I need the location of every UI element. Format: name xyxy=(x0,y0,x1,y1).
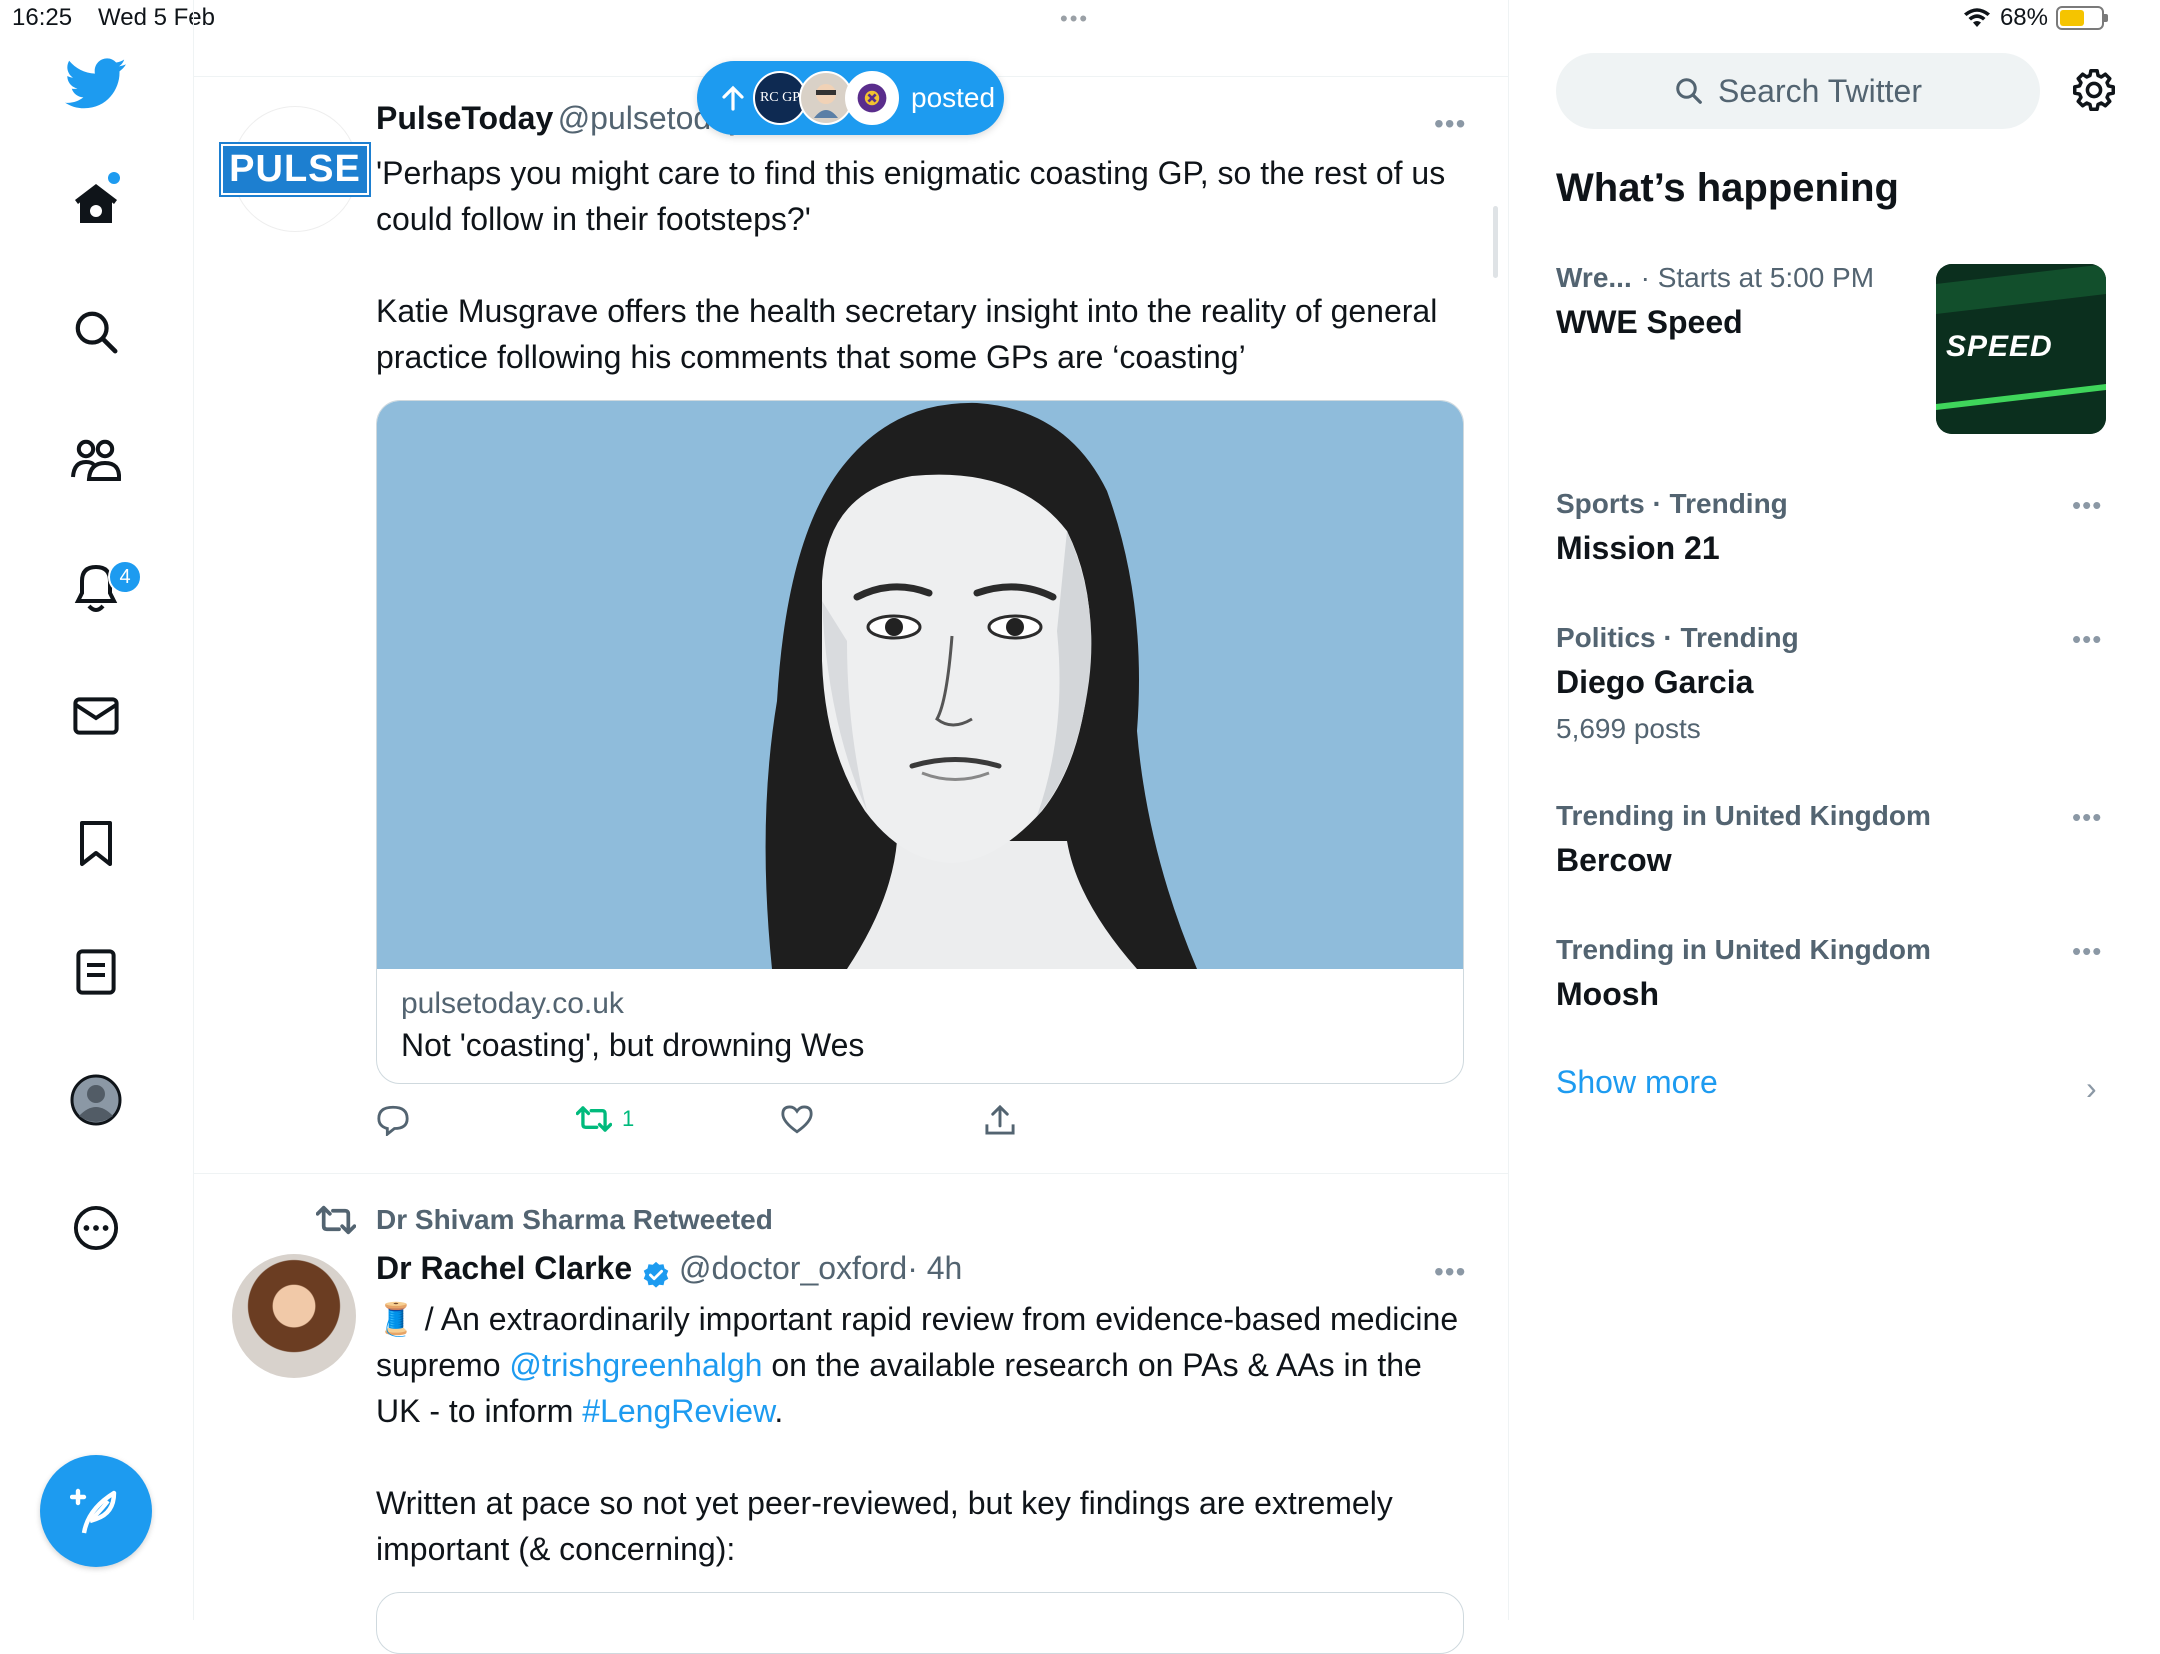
messages-icon[interactable] xyxy=(64,684,128,748)
card-domain: pulsetoday.co.uk xyxy=(401,987,624,1020)
trend-item-wwe-speed[interactable]: Wre... · Starts at 5:00 PM WWE Speed xyxy=(1556,262,1874,341)
show-more-link[interactable]: Show more xyxy=(1556,1064,1718,1101)
trend-category: Trending in United Kingdom xyxy=(1556,800,1931,831)
share-icon xyxy=(985,1104,1015,1135)
more-icon[interactable] xyxy=(64,1196,128,1260)
trend-meta: · Starts at 5:00 PM xyxy=(1640,262,1875,293)
tweet-text: 'Perhaps you might care to find this eni… xyxy=(376,155,1446,237)
search-icon xyxy=(1676,78,1702,104)
trend-item-mission-21[interactable]: Sports · Trending Mission 21 xyxy=(1556,488,1788,567)
trend-more-icon[interactable]: ••• xyxy=(2072,936,2102,967)
search-placeholder: Search Twitter xyxy=(1718,72,1922,109)
timeline-border-left xyxy=(193,0,194,1620)
trend-post-count: 5,699 posts xyxy=(1556,713,1701,744)
tweet-card-partial[interactable] xyxy=(376,1592,1464,1654)
mention-link[interactable]: @trishgreenhalgh xyxy=(509,1347,762,1383)
tweet-more-icon[interactable]: ••• xyxy=(1434,108,1466,140)
pulse-logo: PULSE xyxy=(219,141,371,197)
home-icon[interactable] xyxy=(64,172,128,236)
tweet-text: Katie Musgrave offers the health secreta… xyxy=(376,293,1438,375)
tweet-header: PulseToday @pulsetoday xyxy=(376,100,745,137)
reply-button[interactable] xyxy=(376,1104,410,1136)
retweeted-icon xyxy=(316,1204,356,1236)
verified-badge-icon xyxy=(643,1261,668,1288)
trend-name: Moosh xyxy=(1556,976,1660,1012)
trend-item-diego-garcia[interactable]: Politics · Trending Diego Garcia 5,699 p… xyxy=(1556,622,1799,745)
profile-icon[interactable] xyxy=(64,1068,128,1132)
divider xyxy=(193,1173,1508,1174)
status-right: 68% xyxy=(1962,4,2108,32)
trend-name: Diego Garcia xyxy=(1556,664,1754,700)
lists-icon[interactable] xyxy=(64,940,128,1004)
trend-category: Wre... xyxy=(1556,262,1632,293)
tweet-text-part: . xyxy=(774,1393,784,1429)
trend-name: Bercow xyxy=(1556,842,1672,878)
timeline-border-right xyxy=(1508,0,1509,1620)
tweet-header: Dr Rachel Clarke @doctor_oxford· 4h xyxy=(376,1250,962,1290)
communities-icon[interactable] xyxy=(64,428,128,492)
retweet-icon xyxy=(576,1106,612,1132)
pill-avatar xyxy=(845,71,899,125)
like-button[interactable] xyxy=(780,1104,814,1134)
retweeted-by[interactable]: Dr Shivam Sharma Retweeted xyxy=(376,1204,773,1236)
trend-more-icon[interactable]: ••• xyxy=(2072,802,2102,833)
trend-more-icon[interactable]: ••• xyxy=(2072,624,2102,655)
tweet-actions: 1 xyxy=(376,1104,1076,1144)
share-button[interactable] xyxy=(984,1104,1016,1136)
battery-icon xyxy=(2056,6,2108,30)
trend-category: Trending in United Kingdom xyxy=(1556,934,1931,965)
status-time: 16:25 xyxy=(12,4,73,31)
battery-percent: 68% xyxy=(1999,4,2048,31)
whats-happening-title: What’s happening xyxy=(1556,166,1899,210)
status-date: Wed 5 Feb xyxy=(98,4,215,31)
wifi-icon xyxy=(1963,8,1990,27)
link-card[interactable]: pulsetoday.co.uk Not 'coasting', but dro… xyxy=(376,400,1464,1084)
reply-icon xyxy=(377,1105,409,1136)
trend-item-bercow[interactable]: Trending in United Kingdom Bercow xyxy=(1556,800,1931,879)
chevron-right-icon[interactable]: › xyxy=(2086,1070,2097,1107)
trend-thumb-text: SPEED xyxy=(1946,330,2053,363)
multitask-dots[interactable]: ••• xyxy=(1060,6,1089,32)
twitter-logo-icon[interactable] xyxy=(65,58,127,110)
new-posts-pill[interactable]: RC GP posted xyxy=(697,61,1004,135)
tweet-text: 🧵 / An extraordinarily important rapid r… xyxy=(376,1296,1466,1434)
tweet-author-name[interactable]: PulseToday xyxy=(376,100,553,136)
trend-more-icon[interactable]: ••• xyxy=(2072,490,2102,521)
card-title: Not 'coasting', but drowning Wes xyxy=(401,1027,865,1063)
trend-name: Mission 21 xyxy=(1556,530,1720,566)
trend-thumbnail[interactable]: SPEED xyxy=(1936,264,2106,434)
compose-tweet-button[interactable] xyxy=(40,1455,152,1567)
retweet-button[interactable]: 1 xyxy=(576,1104,634,1134)
settings-gear-icon[interactable] xyxy=(2072,68,2116,112)
search-input[interactable]: Search Twitter xyxy=(1556,53,2040,129)
arrow-up-icon xyxy=(722,85,744,111)
avatar[interactable] xyxy=(232,1254,356,1378)
bookmarks-icon[interactable] xyxy=(64,812,128,876)
scrollbar[interactable] xyxy=(1493,206,1498,278)
compose-feather-icon xyxy=(70,1488,117,1534)
notifications-badge: 4 xyxy=(108,560,142,594)
trend-category: Politics · Trending xyxy=(1556,622,1799,653)
trend-item-moosh[interactable]: Trending in United Kingdom Moosh xyxy=(1556,934,1931,1013)
trend-category: Sports · Trending xyxy=(1556,488,1788,519)
tweet-more-icon[interactable]: ••• xyxy=(1434,1256,1466,1288)
trend-name: WWE Speed xyxy=(1556,304,1743,340)
heart-icon xyxy=(781,1105,813,1134)
avatar[interactable]: PULSE xyxy=(219,106,371,232)
tweet-author-name[interactable]: Dr Rachel Clarke xyxy=(376,1250,632,1286)
tweet-time[interactable]: · 4h xyxy=(907,1250,962,1286)
pill-label: posted xyxy=(911,82,996,113)
hashtag-link[interactable]: #LengReview xyxy=(582,1393,774,1429)
card-image-sketch-portrait xyxy=(377,401,1463,969)
explore-icon[interactable] xyxy=(64,300,128,364)
tweet-text: Written at pace so not yet peer-reviewed… xyxy=(376,1485,1393,1567)
retweet-count: 1 xyxy=(622,1106,635,1131)
tweet-author-handle[interactable]: @doctor_oxford xyxy=(679,1250,907,1286)
